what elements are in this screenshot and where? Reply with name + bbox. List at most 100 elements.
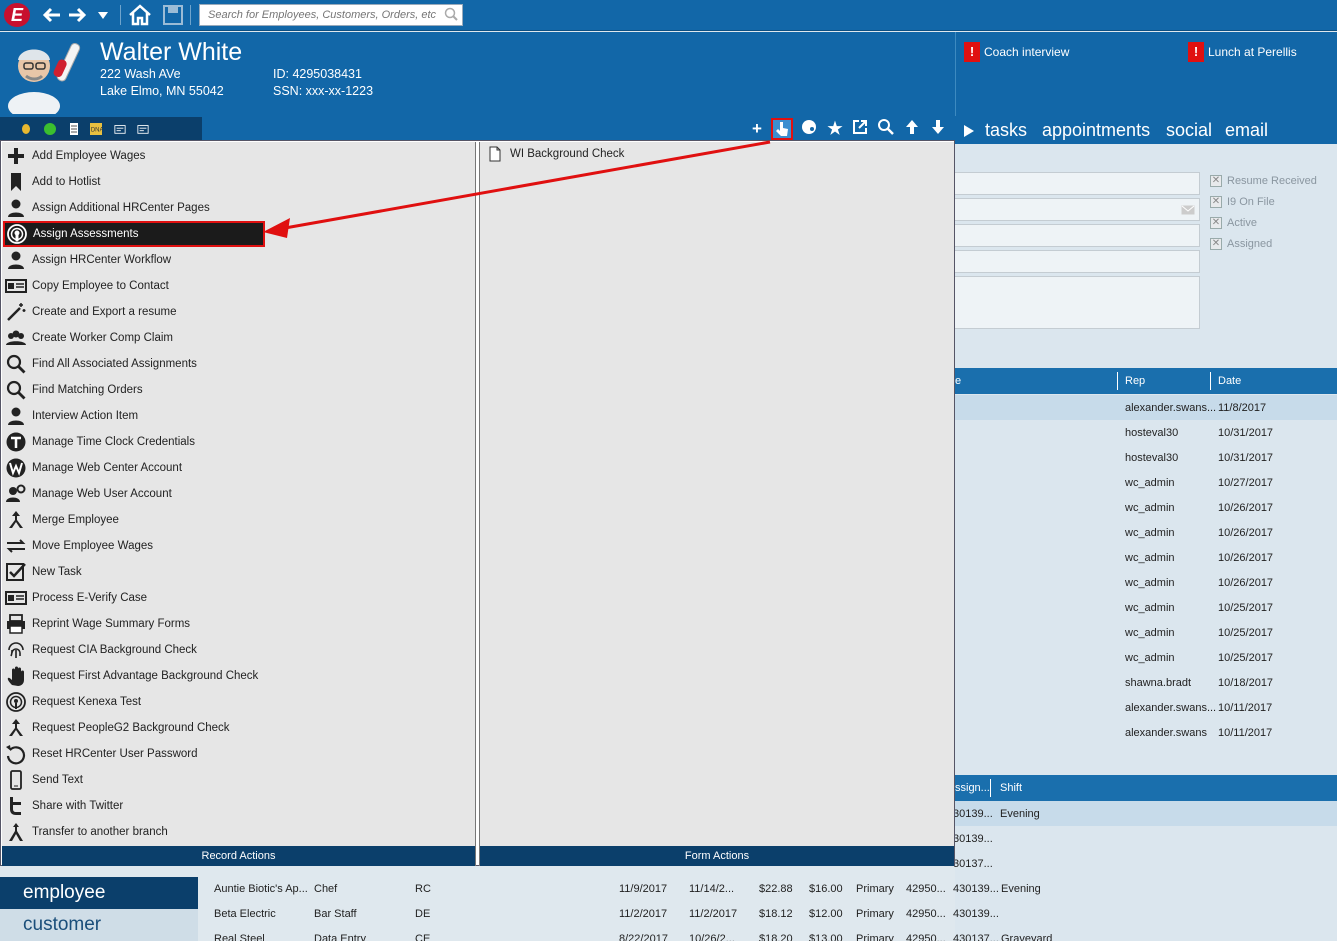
green-status-icon[interactable]: [44, 123, 56, 135]
column-header-date[interactable]: Date: [1218, 375, 1241, 387]
table-row[interactable]: 30139...: [953, 826, 1337, 851]
record-action-item[interactable]: Move Employee Wages: [4, 533, 264, 559]
record-action-item[interactable]: Add Employee Wages: [4, 143, 264, 169]
table-cell: $12.00: [809, 908, 843, 920]
record-action-item[interactable]: Request CIA Background Check: [4, 637, 264, 663]
record-action-item[interactable]: Request Kenexa Test: [4, 689, 264, 715]
star-icon[interactable]: ★: [824, 118, 846, 140]
dropdown-arrow-icon[interactable]: [95, 4, 111, 31]
table-row[interactable]: alexander.swans... 11/8/2017: [953, 395, 1337, 420]
alert-item[interactable]: ! Lunch at Perellis: [1188, 42, 1297, 62]
app-logo[interactable]: E: [4, 3, 30, 27]
record-action-item[interactable]: Create Worker Comp Claim: [4, 325, 264, 351]
external-link-icon[interactable]: [849, 118, 871, 140]
table-row[interactable]: Real Steel Data Entry CE 8/22/2017 10/26/2..…: [210, 926, 1337, 941]
table-row[interactable]: hosteval30 10/31/2017: [953, 445, 1337, 470]
form-action-item[interactable]: WI Background Check: [488, 146, 624, 162]
table-row[interactable]: wc_admin 10/25/2017: [953, 620, 1337, 645]
tab-email[interactable]: email: [1225, 120, 1268, 141]
notes-field[interactable]: [953, 276, 1200, 329]
coin-icon[interactable]: [20, 123, 32, 135]
document-icon[interactable]: [68, 123, 80, 135]
column-header-assignment[interactable]: ssign...: [955, 782, 990, 794]
record-action-item[interactable]: Reprint Wage Summary Forms: [4, 611, 264, 637]
record-action-item[interactable]: Copy Employee to Contact: [4, 273, 264, 299]
record-action-item[interactable]: Request PeopleG2 Background Check: [4, 715, 264, 741]
detail-field[interactable]: [953, 172, 1200, 195]
arrow-up-icon[interactable]: [901, 118, 923, 140]
record-action-item[interactable]: Find Matching Orders: [4, 377, 264, 403]
record-action-item[interactable]: Assign Assessments: [3, 221, 265, 247]
mail-icon[interactable]: [1181, 205, 1195, 215]
assigned-checkbox[interactable]: ✕ Assigned: [1210, 238, 1272, 250]
detail-field[interactable]: [953, 224, 1200, 247]
detail-field[interactable]: [953, 250, 1200, 273]
nav-employee[interactable]: employee: [0, 877, 198, 909]
column-header-shift[interactable]: Shift: [1000, 782, 1022, 794]
alert-item[interactable]: ! Coach interview: [964, 42, 1069, 62]
record-action-item[interactable]: Reset HRCenter User Password: [4, 741, 264, 767]
table-row[interactable]: wc_admin 10/25/2017: [953, 595, 1337, 620]
back-arrow-icon[interactable]: [40, 4, 62, 31]
reset-icon: [4, 743, 28, 765]
global-search[interactable]: [199, 4, 463, 26]
record-action-item[interactable]: Process E-Verify Case: [4, 585, 264, 611]
record-action-item[interactable]: Send Text: [4, 767, 264, 793]
table-row[interactable]: wc_admin 10/26/2017: [953, 545, 1337, 570]
table-row[interactable]: Auntie Biotic's Ap... Chef RC 11/9/2017 11/1…: [210, 876, 1337, 901]
card-icon[interactable]: [137, 123, 149, 135]
table-cell: 8/22/2017: [619, 933, 668, 941]
record-action-item[interactable]: Add to Hotlist: [4, 169, 264, 195]
record-action-item[interactable]: Share with Twitter: [4, 793, 264, 819]
dna-icon[interactable]: DNA: [90, 123, 102, 135]
forward-arrow-icon[interactable]: [67, 4, 89, 31]
table-row[interactable]: 30139... Evening: [953, 801, 1337, 826]
search-input[interactable]: [200, 5, 436, 25]
record-action-item[interactable]: Manage Time Clock Credentials: [4, 429, 264, 455]
play-icon[interactable]: [963, 124, 975, 138]
active-checkbox[interactable]: ✕ Active: [1210, 217, 1257, 229]
record-action-item[interactable]: New Task: [4, 559, 264, 585]
tab-tasks[interactable]: tasks: [985, 120, 1027, 141]
table-row[interactable]: wc_admin 10/27/2017: [953, 470, 1337, 495]
i9-on-file-checkbox[interactable]: ✕ I9 On File: [1210, 196, 1275, 208]
card-icon[interactable]: [114, 123, 126, 135]
rep-cell: wc_admin: [1125, 577, 1175, 589]
record-action-item[interactable]: Merge Employee: [4, 507, 264, 533]
table-row[interactable]: wc_admin 10/26/2017: [953, 520, 1337, 545]
table-row[interactable]: shawna.bradt 10/18/2017: [953, 670, 1337, 695]
record-action-item[interactable]: Assign Additional HRCenter Pages: [4, 195, 264, 221]
nav-customer[interactable]: customer: [0, 909, 198, 941]
branch-icon: [4, 821, 28, 843]
search-icon[interactable]: [875, 118, 897, 140]
record-action-item[interactable]: Assign HRCenter Workflow: [4, 247, 264, 273]
tab-appointments[interactable]: appointments: [1042, 120, 1150, 141]
record-action-item[interactable]: Create and Export a resume: [4, 299, 264, 325]
table-row[interactable]: wc_admin 10/26/2017: [953, 570, 1337, 595]
table-row[interactable]: alexander.swans 10/11/2017: [953, 720, 1337, 745]
record-action-item[interactable]: Transfer to another branch: [4, 819, 264, 845]
email-field[interactable]: [953, 198, 1200, 221]
record-action-item[interactable]: Interview Action Item: [4, 403, 264, 429]
record-action-item[interactable]: Request First Advantage Background Check: [4, 663, 264, 689]
table-row[interactable]: wc_admin 10/26/2017: [953, 495, 1337, 520]
resume-received-checkbox[interactable]: ✕ Resume Received: [1210, 175, 1317, 187]
table-row[interactable]: alexander.swans... 10/11/2017: [953, 695, 1337, 720]
record-action-item[interactable]: Manage Web Center Account: [4, 455, 264, 481]
save-icon[interactable]: [162, 4, 184, 31]
arrow-down-icon[interactable]: [927, 118, 949, 140]
tab-social[interactable]: social: [1166, 120, 1212, 141]
table-row[interactable]: Beta Electric Bar Staff DE 11/2/2017 11/2/20…: [210, 901, 1337, 926]
record-action-item[interactable]: Find All Associated Assignments: [4, 351, 264, 377]
palette-icon[interactable]: [798, 118, 820, 140]
search-icon[interactable]: [444, 7, 458, 21]
column-header-rep[interactable]: Rep: [1125, 375, 1145, 387]
add-icon[interactable]: +: [746, 118, 768, 140]
column-header[interactable]: e: [955, 375, 961, 387]
table-row[interactable]: hosteval30 10/31/2017: [953, 420, 1337, 445]
actions-pointer-icon[interactable]: [771, 118, 793, 140]
table-row[interactable]: 30137...: [953, 851, 1337, 876]
home-icon[interactable]: [128, 4, 152, 31]
table-row[interactable]: wc_admin 10/25/2017: [953, 645, 1337, 670]
record-action-item[interactable]: Manage Web User Account: [4, 481, 264, 507]
